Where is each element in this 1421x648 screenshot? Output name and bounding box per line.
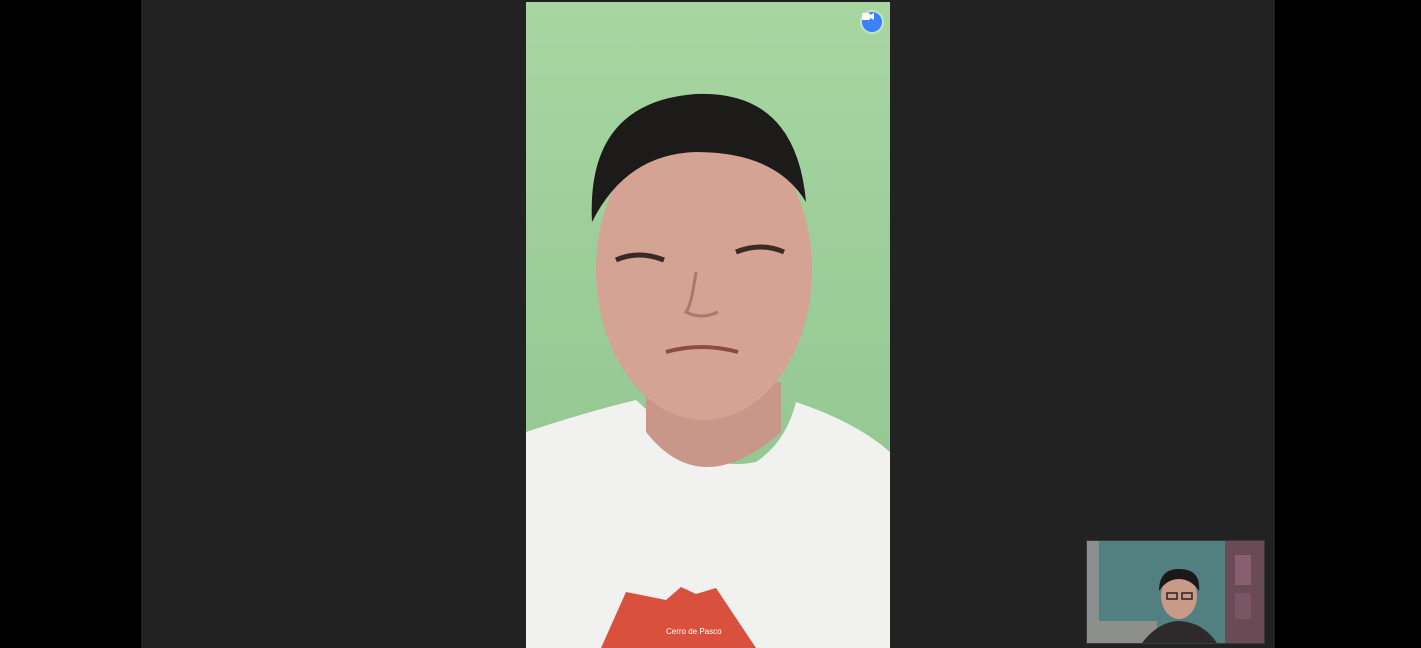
video-camera-icon[interactable] bbox=[862, 12, 882, 32]
self-view-thumbnail[interactable] bbox=[1086, 540, 1265, 644]
self-video-feed bbox=[1087, 541, 1264, 643]
call-window: Cerro de Pasco bbox=[141, 0, 1275, 648]
participant-image: Cerro de Pasco bbox=[526, 2, 890, 648]
main-participant-video[interactable]: Cerro de Pasco bbox=[526, 2, 890, 648]
shirt-print-text: Cerro de Pasco bbox=[666, 627, 722, 636]
